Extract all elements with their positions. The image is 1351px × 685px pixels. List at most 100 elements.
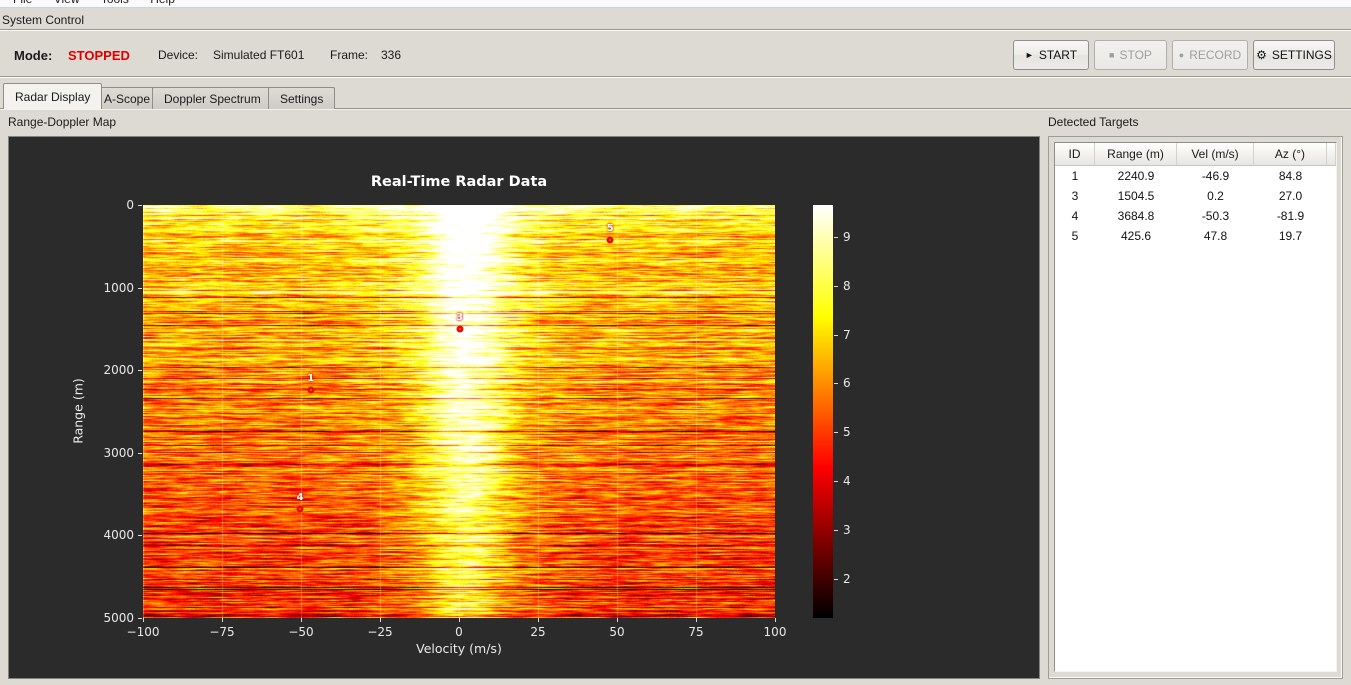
- divider: [0, 76, 1351, 78]
- colorbar-tick-label: 3: [843, 523, 851, 538]
- device-value: Simulated FT601: [213, 48, 305, 62]
- x-axis-label: Velocity (m/s): [416, 641, 502, 656]
- target-marker-label: 3: [456, 312, 464, 324]
- stop-button[interactable]: ■ STOP: [1094, 40, 1167, 70]
- mode-status-value: STOPPED: [68, 48, 130, 63]
- target-marker: [606, 236, 614, 244]
- y-tick-label: 1000: [103, 280, 134, 295]
- menu-bar: File View Tools Help: [0, 0, 1351, 8]
- x-tick-mark: [538, 618, 539, 622]
- x-tick-mark: [222, 618, 223, 622]
- y-tick-label: 4000: [103, 528, 134, 543]
- menu-item-help[interactable]: Help: [141, 0, 184, 7]
- stop-icon: ■: [1109, 50, 1115, 60]
- colorbar-tick-label: 8: [843, 278, 851, 293]
- y-axis-label: Range (m): [70, 378, 86, 444]
- colorbar-tick-mark: [834, 383, 838, 385]
- mode-label: Mode:: [14, 48, 53, 63]
- tab-doppler-spectrum[interactable]: Doppler Spectrum: [152, 87, 273, 109]
- y-tick-mark: [138, 287, 142, 289]
- target-marker: [307, 386, 315, 394]
- x-tick-mark: [617, 618, 618, 622]
- detected-targets-label: Detected Targets: [1048, 115, 1139, 129]
- y-tick-mark: [138, 618, 142, 619]
- x-tick-mark: [459, 618, 460, 622]
- table-row[interactable]: 3 1504.5 0.2 27.0: [1055, 186, 1336, 206]
- colorbar-tick-mark: [834, 530, 838, 532]
- record-dot-icon: ●: [1178, 50, 1185, 60]
- colorbar-tick-label: 4: [843, 474, 851, 489]
- x-tick-mark: [143, 618, 144, 622]
- tab-radar-display[interactable]: Radar Display: [3, 83, 103, 109]
- colorbar-tick-mark: [834, 481, 838, 483]
- start-button[interactable]: ► START: [1013, 40, 1089, 70]
- target-marker-label: 5: [606, 223, 614, 235]
- target-marker: [296, 505, 304, 513]
- gear-icon: ⚙: [1256, 48, 1267, 62]
- colorbar-tick-mark: [834, 578, 838, 580]
- range-doppler-plot-panel: Real-Time Radar Data Velocity (m/s) Rang…: [8, 136, 1040, 679]
- x-tick-mark: [380, 618, 381, 622]
- y-tick-mark: [138, 452, 142, 454]
- col-header-vel[interactable]: Vel (m/s): [1177, 143, 1254, 166]
- menu-item-tools[interactable]: Tools: [92, 0, 138, 7]
- table-header-row: ID Range (m) Vel (m/s) Az (°): [1055, 143, 1336, 166]
- table-row[interactable]: 4 3684.8 -50.3 -81.9: [1055, 206, 1336, 226]
- frame-label: Frame:: [330, 48, 369, 62]
- col-header-filler: [1327, 143, 1336, 166]
- menu-item-view[interactable]: View: [45, 0, 89, 7]
- x-tick-label: −75: [209, 625, 235, 639]
- group-title: System Control: [2, 13, 85, 27]
- tab-settings[interactable]: Settings: [268, 87, 336, 109]
- colorbar-tick-label: 2: [843, 571, 851, 586]
- colorbar-tick-mark: [834, 432, 838, 434]
- x-tick-label: 0: [455, 625, 463, 639]
- x-tick-label: −100: [126, 625, 160, 639]
- col-header-id[interactable]: ID: [1055, 143, 1095, 166]
- colorbar-tick-mark: [834, 236, 838, 238]
- y-tick-mark: [138, 205, 142, 206]
- y-tick-label: 3000: [103, 445, 134, 460]
- colorbar-tick-label: 7: [843, 327, 851, 342]
- divider: [0, 29, 1351, 31]
- plot-title: Real-Time Radar Data: [370, 174, 548, 190]
- x-tick-mark: [696, 618, 697, 622]
- x-tick-label: −50: [288, 625, 314, 639]
- system-control-group: System Control Mode: STOPPED Device: Sim…: [0, 8, 1351, 83]
- settings-button[interactable]: ⚙ SETTINGS: [1253, 40, 1335, 70]
- x-tick-label: 100: [763, 625, 787, 639]
- target-marker: [456, 325, 464, 333]
- device-label: Device:: [158, 48, 199, 62]
- range-doppler-heatmap[interactable]: [143, 205, 775, 618]
- x-tick-label: 75: [688, 625, 704, 639]
- targets-table: ID Range (m) Vel (m/s) Az (°) 1 2240.9 -…: [1054, 142, 1337, 672]
- x-tick-label: 50: [609, 625, 625, 639]
- colorbar-tick-label: 9: [843, 229, 851, 244]
- table-row[interactable]: 1 2240.9 -46.9 84.8: [1055, 166, 1336, 186]
- y-tick-label: 5000: [103, 611, 134, 625]
- colorbar-tick-mark: [834, 334, 838, 336]
- table-row[interactable]: 5 425.6 47.8 19.7: [1055, 226, 1336, 246]
- x-tick-label: 25: [530, 625, 546, 639]
- x-tick-mark: [775, 618, 776, 622]
- menu-item-file[interactable]: File: [4, 0, 41, 7]
- target-marker-label: 4: [296, 492, 304, 504]
- play-icon: ►: [1024, 50, 1034, 60]
- colorbar-tick-label: 6: [843, 376, 851, 391]
- x-tick-mark: [301, 618, 302, 622]
- colorbar-tick-mark: [834, 285, 838, 287]
- frame-counter: 336: [381, 48, 402, 62]
- col-header-az[interactable]: Az (°): [1254, 143, 1327, 166]
- y-tick-label: 0: [126, 198, 134, 212]
- col-header-range[interactable]: Range (m): [1095, 143, 1177, 166]
- y-tick-label: 2000: [103, 363, 134, 378]
- detected-targets-panel: ID Range (m) Vel (m/s) Az (°) 1 2240.9 -…: [1048, 136, 1343, 679]
- range-doppler-map-label: Range-Doppler Map: [8, 115, 117, 129]
- y-tick-mark: [138, 535, 142, 537]
- tab-bar: Radar Display A-Scope Doppler Spectrum S…: [0, 83, 1351, 110]
- x-tick-label: −25: [367, 625, 393, 639]
- target-marker-label: 1: [307, 373, 315, 385]
- y-tick-mark: [138, 370, 142, 372]
- tab-pane-highlight: [0, 109, 1351, 110]
- record-button[interactable]: ● RECORD: [1172, 40, 1248, 70]
